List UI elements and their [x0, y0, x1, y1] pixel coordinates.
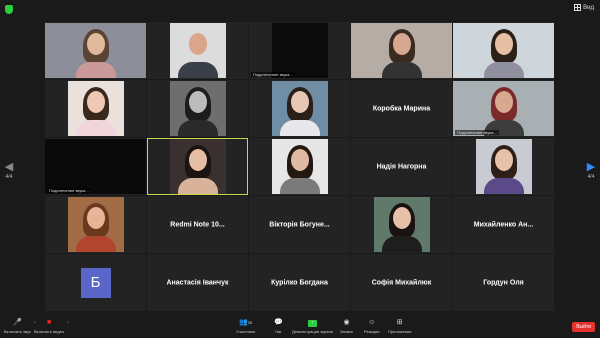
participant-tile[interactable]: Redmi Note 10... — [147, 196, 248, 253]
participant-tile[interactable]: Михайленко Ан... — [453, 196, 554, 253]
reaction-icon: ☺ — [368, 319, 376, 326]
participant-tile[interactable] — [45, 196, 146, 253]
participants-label: Участники — [236, 329, 256, 334]
participant-name: Надія Нагорна — [376, 163, 427, 170]
participants-count: 25 — [247, 320, 253, 325]
record-label: Запись — [340, 329, 354, 334]
view-label: Вид — [583, 4, 594, 11]
participant-video — [351, 23, 452, 78]
participant-video — [169, 23, 226, 78]
share-screen-label: Демонстрация экрана — [292, 329, 333, 334]
participant-video — [67, 81, 124, 136]
previous-page-button[interactable]: ◀ 4/4 — [2, 161, 16, 181]
grid-view-icon — [574, 4, 582, 11]
top-bar: Вид — [0, 0, 600, 22]
participant-video — [271, 23, 328, 78]
reactions-label: Реакции — [364, 329, 380, 334]
participant-tile[interactable]: Гордун Оля — [453, 254, 554, 311]
participant-video — [271, 81, 328, 136]
start-video-label: Включить видео — [34, 329, 65, 334]
participant-tile[interactable] — [147, 22, 248, 79]
participant-tile[interactable] — [351, 22, 452, 79]
participant-tile[interactable] — [453, 22, 554, 79]
participant-tile-active-speaker[interactable] — [147, 138, 248, 195]
participant-tile[interactable]: Б — [45, 254, 146, 311]
page-count-left: 4/4 — [5, 174, 13, 180]
participants-icon: 👥25 — [238, 319, 253, 326]
participant-name: Вікторія Богуне... — [269, 221, 330, 228]
avatar: Б — [80, 267, 111, 298]
participant-tile[interactable]: Подключение звука... — [45, 138, 146, 195]
participant-tile[interactable] — [45, 22, 146, 79]
participant-video — [453, 81, 554, 136]
participant-tile[interactable]: Софія Михайлюк — [351, 254, 452, 311]
chat-label: Чат — [275, 329, 282, 334]
participant-video — [169, 81, 226, 136]
participant-video — [169, 139, 226, 194]
participant-tile[interactable]: Подключение звука... — [249, 22, 350, 79]
participant-name: Коробка Марина — [372, 105, 431, 112]
meeting-toolbar: 🎤 Включить звук ^ ■ Включить видео ^ 👥25… — [0, 316, 600, 338]
chevron-right-icon: ▶ — [586, 161, 596, 173]
participant-tile[interactable]: Подключение звука... — [453, 80, 554, 137]
unmute-button[interactable]: 🎤 Включить звук ^ — [4, 319, 36, 334]
participant-tile[interactable] — [249, 80, 350, 137]
participant-video — [45, 23, 146, 78]
security-shield-icon[interactable] — [5, 5, 13, 14]
microphone-muted-icon: 🎤 — [12, 319, 22, 326]
participant-tile[interactable] — [249, 138, 350, 195]
participant-video — [271, 139, 328, 194]
participant-video — [45, 139, 146, 194]
participant-name: Подключение звука... — [251, 72, 295, 77]
participant-name: Анастасія Іванчук — [166, 279, 229, 286]
apps-button[interactable]: ⊞ Приложения — [388, 319, 411, 334]
record-button[interactable]: ◉ Запись — [340, 319, 353, 334]
participant-name: Гордун Оля — [483, 279, 524, 286]
participant-tile[interactable]: Коробка Марина — [351, 80, 452, 137]
participant-video — [373, 197, 430, 252]
chevron-left-icon: ◀ — [4, 161, 14, 173]
participant-name: Подключение звука... — [47, 188, 91, 193]
participant-video — [475, 139, 532, 194]
participant-name: Подключение звука... — [455, 130, 499, 135]
view-button[interactable]: Вид — [574, 4, 594, 11]
participant-name: Курілко Богдана — [271, 279, 328, 286]
chevron-up-icon[interactable]: ^ — [67, 320, 69, 325]
chat-button[interactable]: 💬 Чат — [274, 319, 283, 334]
start-video-button[interactable]: ■ Включить видео ^ — [34, 319, 69, 334]
video-gallery: Подключение звука... Коробка Марина Подк… — [45, 22, 554, 316]
participant-tile[interactable] — [351, 196, 452, 253]
participant-name: Redmi Note 10... — [170, 221, 225, 228]
video-off-icon: ■ — [46, 319, 52, 326]
apps-icon: ⊞ — [396, 319, 403, 326]
participant-tile[interactable]: Надія Нагорна — [351, 138, 452, 195]
participant-tile[interactable]: Анастасія Іванчук — [147, 254, 248, 311]
participant-tile[interactable] — [147, 80, 248, 137]
page-count-right: 4/4 — [587, 174, 595, 180]
record-icon: ◉ — [343, 319, 350, 326]
apps-label: Приложения — [388, 329, 412, 334]
participants-button[interactable]: 👥25 Участники — [236, 319, 255, 334]
share-screen-button[interactable]: ↑ Демонстрация экрана — [292, 319, 333, 334]
participant-video — [453, 23, 554, 78]
participant-tile[interactable] — [453, 138, 554, 195]
unmute-label: Включить звук — [4, 329, 31, 334]
participant-video — [67, 197, 124, 252]
participant-name: Михайленко Ан... — [473, 221, 534, 228]
participant-tile[interactable]: Курілко Богдана — [249, 254, 350, 311]
participant-name: Софія Михайлюк — [371, 279, 432, 286]
participant-tile[interactable]: Вікторія Богуне... — [249, 196, 350, 253]
chat-icon: 💬 — [274, 319, 283, 326]
leave-meeting-button[interactable]: Выйти — [572, 322, 595, 332]
share-screen-icon: ↑ — [292, 319, 333, 327]
participant-tile[interactable] — [45, 80, 146, 137]
reactions-button[interactable]: ☺ Реакции — [364, 319, 379, 334]
next-page-button[interactable]: ▶ 4/4 — [584, 161, 598, 181]
